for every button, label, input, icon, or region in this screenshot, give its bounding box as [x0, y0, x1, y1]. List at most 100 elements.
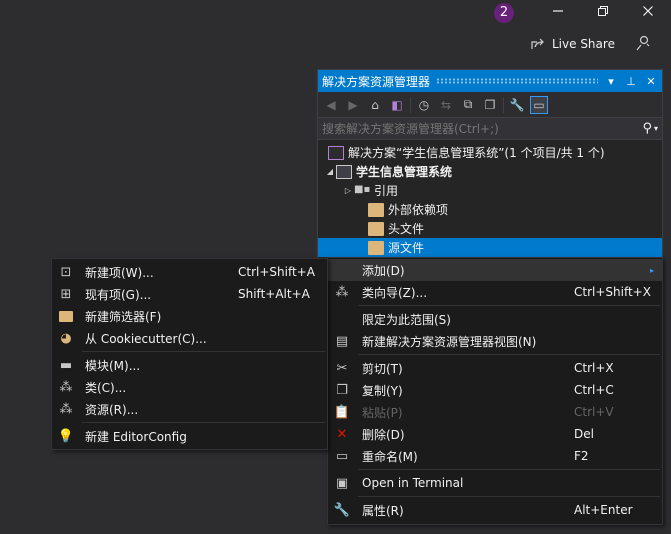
panel-close-icon[interactable]: ✕ [644, 75, 658, 88]
search-bar: ⚲ ▾ [318, 118, 662, 140]
preview-selected-icon[interactable]: ▭ [530, 95, 548, 114]
module-icon: ▬ [59, 357, 73, 373]
menu-item-shortcut: F2 [574, 449, 589, 463]
solution-explorer-panel: 解决方案资源管理器 ▾ ⊥ ✕ ◀ ▶ ⌂ ◧ ◷ ⇆ ⧉ ❐ 🔧 ▭ ⚲ ▾ … [317, 69, 663, 259]
menu-item-class-wizard[interactable]: ⁂ 类向导(Z)... Ctrl+Shift+X [328, 281, 662, 303]
search-input[interactable] [322, 121, 643, 136]
solution-explorer-titlebar: 解决方案资源管理器 ▾ ⊥ ✕ [318, 70, 662, 92]
terminal-icon: ▣ [335, 475, 349, 491]
forward-icon[interactable]: ▶ [344, 96, 362, 114]
delete-icon: ✕ [336, 426, 348, 442]
menu-item-label: 删除(D) [362, 427, 405, 442]
sync-icon[interactable]: ⇆ [437, 96, 455, 114]
drag-grip[interactable] [436, 78, 598, 84]
menu-separator [358, 305, 660, 306]
menu-item-label: Open in Terminal [362, 476, 464, 490]
dropdown-arrow-icon[interactable]: ▾ [604, 75, 618, 88]
menu-separator [358, 354, 660, 355]
live-share-button[interactable]: Live Share [530, 35, 615, 53]
pin-icon[interactable]: ⊥ [624, 75, 638, 88]
submenu-item-module[interactable]: ▬ 模块(M)... [52, 354, 327, 376]
menu-item-label: 剪切(T) [362, 361, 403, 376]
menu-item-open-terminal[interactable]: ▣ Open in Terminal [328, 472, 662, 494]
tree-item-label: 外部依赖项 [388, 203, 449, 217]
menu-separator [358, 496, 660, 497]
pending-changes-icon[interactable]: ◷ [415, 96, 433, 114]
menu-item-cut[interactable]: ✂ 剪切(T) Ctrl+X [328, 357, 662, 379]
menu-item-label: 类向导(Z)... [362, 285, 428, 300]
submenu-item-cookiecutter[interactable]: ◕ 从 Cookiecutter(C)... [52, 327, 327, 349]
submenu-item-resource[interactable]: ⁂ 资源(R)... [52, 398, 327, 420]
minimize-icon[interactable] [548, 4, 568, 22]
collapsed-arrow-icon[interactable]: ▷ [342, 186, 354, 195]
menu-item-label: 新建解决方案资源管理器视图(N) [362, 334, 537, 349]
panel-title: 解决方案资源管理器 [322, 74, 431, 89]
switch-views-icon[interactable]: ◧ [388, 96, 406, 114]
menu-item-delete[interactable]: ✕ 删除(D) Del [328, 423, 662, 445]
tree-item-label: 头文件 [388, 222, 425, 236]
tree-item-solution[interactable]: 解决方案“学生信息管理系统”(1 个项目/共 1 个) [318, 143, 662, 162]
class-icon: ⁂ [59, 379, 73, 395]
new-item-icon: ⊡ [60, 264, 72, 280]
tree-item-header-files[interactable]: 头文件 [318, 219, 662, 238]
live-share-icon [531, 38, 544, 49]
collapse-all-icon[interactable]: ⧉ [459, 96, 477, 114]
back-icon[interactable]: ◀ [322, 96, 340, 114]
toolbar-separator [503, 96, 504, 113]
close-icon[interactable] [638, 4, 658, 22]
menu-item-label: 新建项(W)... [85, 265, 154, 280]
menu-item-copy[interactable]: ❐ 复制(Y) Ctrl+C [328, 379, 662, 401]
rename-icon: ▭ [335, 448, 349, 464]
home-icon[interactable]: ⌂ [366, 96, 384, 114]
menu-separator [358, 469, 660, 470]
submenu-item-editorconfig[interactable]: 💡 新建 EditorConfig [52, 425, 327, 447]
menu-item-shortcut: Ctrl+Shift+A [238, 265, 315, 279]
menu-separator [82, 351, 325, 352]
submenu-item-new-item[interactable]: ⊡ 新建项(W)... Ctrl+Shift+A [52, 261, 327, 283]
menu-item-paste[interactable]: 📋 粘贴(P) Ctrl+V [328, 401, 662, 423]
project-icon [336, 164, 352, 179]
search-icon[interactable]: ⚲ [642, 121, 652, 136]
copy-icon: ❐ [336, 382, 348, 398]
menu-item-shortcut: Ctrl+C [574, 383, 614, 397]
notification-badge[interactable]: 2 [494, 3, 514, 23]
expanded-arrow-icon[interactable]: ◢ [324, 167, 336, 176]
new-filter-icon [58, 308, 74, 324]
properties-icon: 🔧 [333, 502, 351, 518]
menu-item-new-view[interactable]: ▤ 新建解决方案资源管理器视图(N) [328, 330, 662, 352]
menu-item-shortcut: Ctrl+X [574, 361, 614, 375]
tree-item-references[interactable]: ▷ ■▪ 引用 [318, 181, 662, 200]
menu-item-properties[interactable]: 🔧 属性(R) Alt+Enter [328, 499, 662, 521]
menu-item-label: 添加(D) [362, 263, 405, 278]
folder-icon [368, 221, 384, 236]
menu-item-label: 新建筛选器(F) [85, 309, 162, 324]
add-submenu: ⊡ 新建项(W)... Ctrl+Shift+A ⊞ 现有项(G)... Shi… [51, 258, 328, 450]
menu-item-label: 资源(R)... [85, 402, 139, 417]
show-all-files-icon[interactable]: ❐ [481, 96, 499, 114]
solution-icon [328, 145, 344, 160]
submenu-item-class[interactable]: ⁂ 类(C)... [52, 376, 327, 398]
menu-item-scope-to-this[interactable]: 限定为此范围(S) [328, 308, 662, 330]
submenu-item-new-filter[interactable]: 新建筛选器(F) [52, 305, 327, 327]
new-view-icon: ▤ [335, 333, 349, 349]
tree-item-label: 源文件 [388, 241, 425, 255]
menu-item-label: 从 Cookiecutter(C)... [85, 331, 207, 346]
tree-item-external-deps[interactable]: 外部依赖项 [318, 200, 662, 219]
properties-wrench-icon[interactable]: 🔧 [508, 96, 526, 114]
tree-item-project[interactable]: ◢ 学生信息管理系统 [318, 162, 662, 181]
menu-item-add[interactable]: 添加(D) ▸ [328, 259, 662, 281]
menu-item-rename[interactable]: ▭ 重命名(M) F2 [328, 445, 662, 467]
menu-item-label: 属性(R) [362, 503, 404, 518]
toolbar-separator [410, 96, 411, 113]
menu-item-label: 现有项(G)... [85, 287, 152, 302]
search-options-dropdown-icon[interactable]: ▾ [654, 124, 658, 133]
feedback-icon[interactable] [634, 34, 652, 52]
restore-icon[interactable] [593, 4, 613, 22]
tree-item-source-files[interactable]: 源文件 [318, 238, 662, 257]
menu-item-label: 类(C)... [85, 380, 127, 395]
menu-item-label: 重命名(M) [362, 449, 418, 464]
submenu-item-existing-item[interactable]: ⊞ 现有项(G)... Shift+Alt+A [52, 283, 327, 305]
menu-item-label: 模块(M)... [85, 358, 141, 373]
menu-item-shortcut: Ctrl+Shift+X [574, 285, 651, 299]
tree-item-label: 学生信息管理系统 [356, 165, 453, 179]
